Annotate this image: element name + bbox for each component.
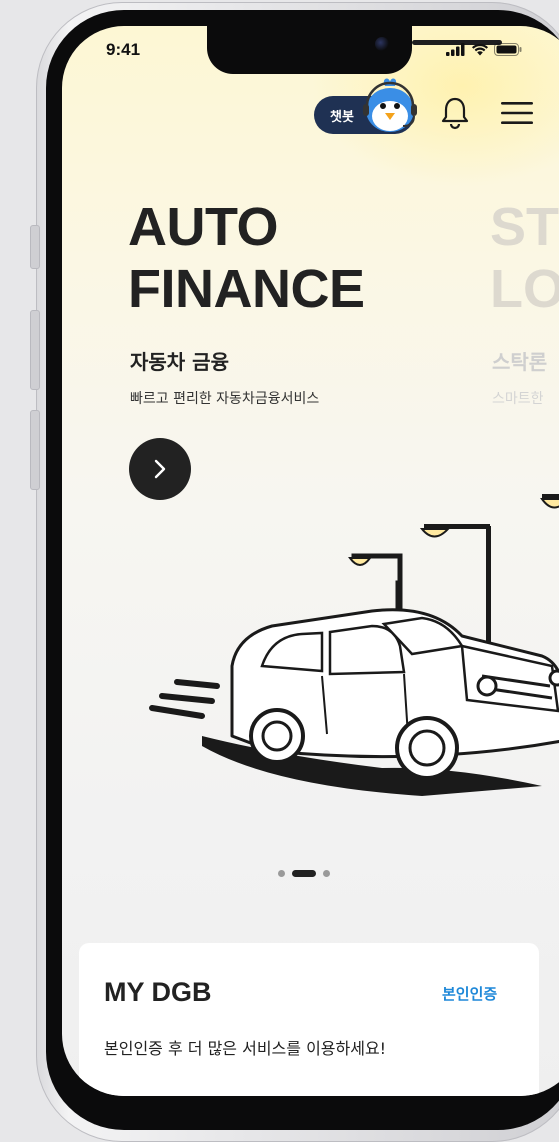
peek-slide-description: 스마트한 bbox=[492, 391, 544, 407]
my-dgb-title: MY DGB bbox=[104, 977, 212, 1007]
slide-title-line2: FINANCE bbox=[128, 259, 365, 319]
phone-side-button bbox=[30, 225, 40, 269]
signal-icon bbox=[446, 42, 465, 56]
slide-description: 빠르고 편리한 자동차금융서비스 bbox=[130, 391, 320, 407]
front-camera bbox=[375, 37, 389, 51]
wifi-icon bbox=[472, 43, 488, 55]
peek-slide-title: ST LO bbox=[490, 196, 559, 320]
menu-icon[interactable] bbox=[500, 100, 534, 126]
my-dgb-description: 본인인증 후 더 많은 서비스를 이용하세요! bbox=[104, 1039, 387, 1058]
peek-slide-subtitle: 스탁론 bbox=[492, 350, 548, 374]
bell-icon[interactable] bbox=[440, 96, 470, 130]
phone-volume-up-button bbox=[30, 310, 40, 390]
slide-title-line1: AUTO bbox=[128, 197, 279, 257]
streetlight-right bbox=[540, 494, 559, 509]
chatbot-mascot-icon[interactable] bbox=[359, 76, 421, 138]
car-streetlight-illustration bbox=[149, 494, 559, 796]
identity-verification-link[interactable]: 본인인증 bbox=[442, 983, 497, 1004]
my-dgb-card: MY DGB 본인인증 본인인증 후 더 많은 서비스를 이용하세요! bbox=[79, 943, 539, 1096]
phone-volume-down-button bbox=[30, 410, 40, 490]
carousel-pagination bbox=[278, 870, 330, 877]
pagination-dot[interactable] bbox=[278, 870, 285, 877]
phone-screen: 9:41 챗봇 AUTO FINANCE 자동차 금융 빠르고 편리한 자동차금… bbox=[62, 26, 559, 1096]
chevron-right-icon bbox=[154, 459, 166, 479]
peek-title-line2: LO bbox=[490, 259, 559, 319]
status-icons bbox=[446, 42, 522, 56]
chatbot-label: 챗봇 bbox=[330, 110, 354, 125]
slide-subtitle: 자동차 금융 bbox=[130, 350, 229, 374]
status-time: 9:41 bbox=[106, 40, 141, 59]
peek-title-line1: ST bbox=[490, 197, 559, 257]
notch bbox=[207, 26, 502, 74]
battery-icon bbox=[494, 42, 522, 56]
pagination-dot-active[interactable] bbox=[292, 870, 316, 877]
slide-title: AUTO FINANCE bbox=[128, 196, 365, 320]
pagination-dot[interactable] bbox=[323, 870, 330, 877]
